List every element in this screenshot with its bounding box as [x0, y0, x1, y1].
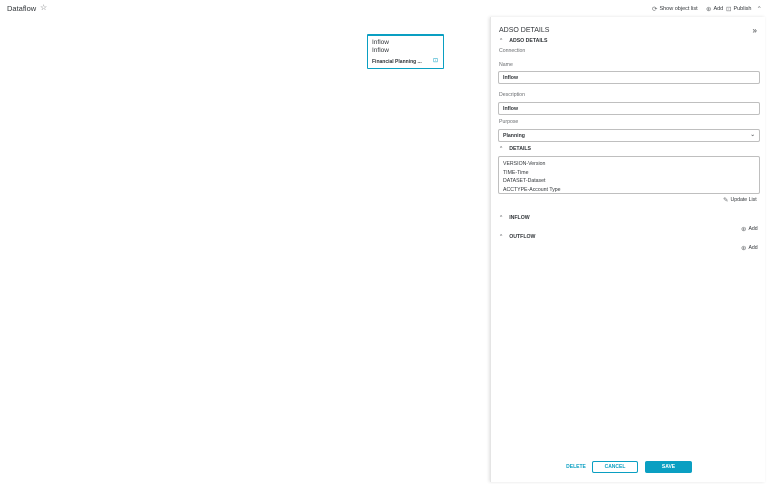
list-item: VERSION-Version	[503, 161, 546, 167]
save-button[interactable]: SAVE	[645, 461, 692, 473]
chevron-up-icon: ⌃	[499, 215, 504, 221]
node-name: Inflow	[372, 39, 389, 46]
purpose-select[interactable]: Planning ⌄	[498, 129, 760, 142]
name-label: Name	[499, 62, 513, 68]
details-list[interactable]: VERSION-Version TIME-Time DATASET-Datase…	[498, 156, 760, 194]
add-circle-icon: ⊕	[741, 226, 747, 233]
purpose-label: Purpose	[499, 119, 519, 125]
adso-details-panel: ADSO DETAILS » ⌃ ADSO DETAILS Connection…	[490, 17, 765, 482]
node-connection: Financial Planning ...	[372, 59, 422, 65]
star-icon[interactable]: ☆	[40, 3, 47, 12]
node-description: Inflow	[372, 47, 389, 54]
delete-button[interactable]: DELETE	[566, 461, 586, 473]
dataflow-canvas[interactable]	[0, 17, 489, 484]
double-chevron-right-icon[interactable]: »	[753, 26, 757, 35]
name-field[interactable]: Inflow	[498, 71, 760, 84]
panel-title: ADSO DETAILS	[499, 27, 550, 34]
list-item: TIME-Time	[503, 169, 529, 176]
inflow-add-button[interactable]: ⊕ Add	[741, 225, 758, 233]
chevron-down-icon: ⌄	[750, 132, 755, 138]
edit-icon: ✎	[723, 197, 729, 204]
connection-label: Connection	[499, 48, 526, 54]
section-details-label: DETAILS	[509, 146, 532, 152]
section-outflow[interactable]: ⌃ OUTFLOW	[499, 234, 535, 240]
description-field[interactable]: Inflow	[498, 102, 760, 115]
connection-icon: ⊡	[432, 58, 438, 64]
cancel-button[interactable]: CANCEL	[592, 461, 638, 473]
refresh-icon: ⟳	[652, 6, 658, 13]
section-details[interactable]: ⌃ DETAILS	[499, 146, 531, 152]
add-circle-icon: ⊕	[741, 245, 747, 252]
page-title: Dataflow	[7, 4, 37, 13]
adso-node[interactable]: Inflow Inflow Financial Planning ... ⊡	[367, 34, 444, 69]
outflow-add-label: Add	[748, 245, 758, 251]
show-object-list-button[interactable]: ⟳ Show object list	[652, 5, 698, 13]
chevron-up-icon: ⌃	[499, 146, 504, 152]
add-button[interactable]: ⊕ Add	[706, 5, 723, 13]
list-item: ACCTYPE-Account Type	[503, 186, 561, 193]
inflow-add-label: Add	[748, 226, 758, 232]
update-list-label: Update List	[730, 197, 757, 203]
publish-icon: ⊡	[726, 6, 732, 13]
outflow-add-button[interactable]: ⊕ Add	[741, 244, 758, 252]
purpose-value: Planning	[503, 133, 525, 139]
update-list-button[interactable]: ✎ Update List	[723, 196, 757, 204]
publish-button[interactable]: ⊡ Publish ⌃	[726, 5, 762, 13]
chevron-up-icon: ⌃	[756, 6, 762, 13]
list-item: DATASET-Dataset	[503, 178, 546, 184]
publish-label: Publish	[733, 6, 752, 12]
add-circle-icon: ⊕	[706, 6, 712, 13]
section-adso-details[interactable]: ⌃ ADSO DETAILS	[499, 38, 547, 44]
top-bar: Dataflow ☆ ⟳ Show object list ⊕ Add ⊡ Pu…	[0, 0, 768, 17]
add-label: Add	[713, 6, 724, 12]
description-label: Description	[499, 92, 525, 98]
section-inflow-label: INFLOW	[509, 215, 530, 221]
section-outflow-label: OUTFLOW	[509, 234, 536, 240]
section-inflow[interactable]: ⌃ INFLOW	[499, 215, 530, 221]
section-adso-details-label: ADSO DETAILS	[509, 38, 548, 44]
show-object-list-label: Show object list	[659, 6, 698, 12]
chevron-up-icon: ⌃	[499, 234, 504, 240]
chevron-up-icon: ⌃	[499, 38, 504, 44]
